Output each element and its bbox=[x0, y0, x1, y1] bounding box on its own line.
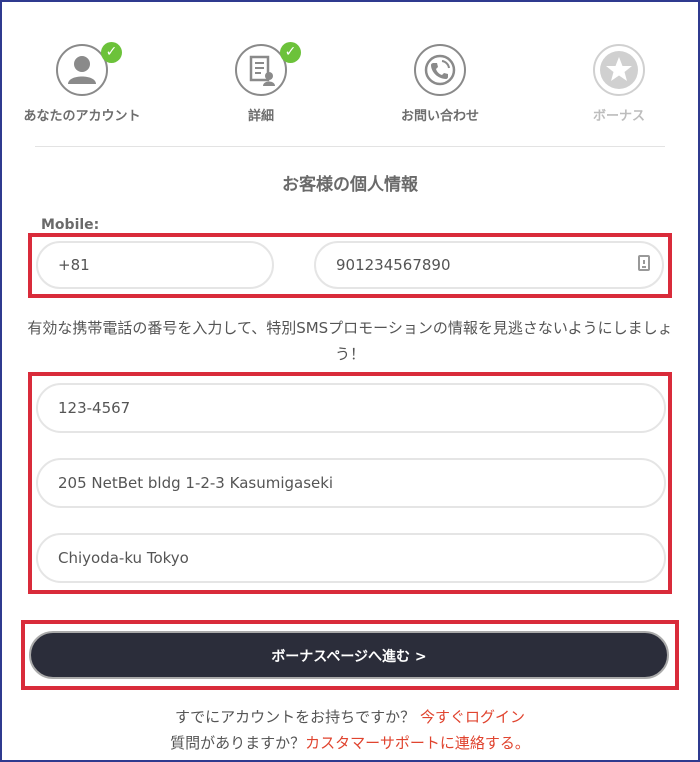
postal-code-input[interactable] bbox=[36, 383, 666, 433]
step-label: お問い合わせ bbox=[400, 109, 479, 124]
check-icon: ✓ bbox=[280, 42, 301, 63]
login-prompt: すでにアカウントをお持ちですか？ 今すぐログイン bbox=[0, 706, 700, 727]
phone-icon bbox=[414, 44, 466, 96]
support-prompt-text: 質問がありますか？ bbox=[170, 734, 306, 752]
step-label: あなたのアカウント bbox=[23, 109, 141, 124]
mobile-label: Mobile: bbox=[41, 217, 100, 233]
step-bonus: ボーナス bbox=[539, 44, 699, 124]
login-link[interactable]: 今すぐログイン bbox=[420, 708, 525, 726]
proceed-to-bonus-button[interactable]: ボーナスページへ進む > bbox=[29, 631, 669, 679]
star-icon bbox=[593, 44, 645, 96]
phone-field-wrap bbox=[314, 241, 664, 289]
step-label: ボーナス bbox=[592, 109, 645, 124]
support-link[interactable]: カスタマーサポートに連絡する。 bbox=[305, 734, 530, 752]
phone-number-input[interactable] bbox=[314, 241, 664, 289]
contact-card-icon[interactable] bbox=[638, 255, 650, 271]
form-title: お客様の個人情報 bbox=[282, 175, 418, 195]
step-account: ✓ あなたのアカウント bbox=[2, 42, 162, 124]
address-input[interactable] bbox=[36, 458, 666, 508]
step-details: ✓ 詳細 bbox=[181, 42, 341, 124]
details-icon: ✓ bbox=[235, 42, 301, 96]
country-code-input[interactable] bbox=[36, 241, 274, 289]
city-input[interactable] bbox=[36, 533, 666, 583]
check-icon: ✓ bbox=[101, 42, 122, 63]
support-prompt: 質問がありますか？カスタマーサポートに連絡する。 bbox=[0, 732, 700, 753]
step-contact: お問い合わせ bbox=[360, 44, 520, 124]
sms-hint-text: 有効な携帯電話の番号を入力して、特別SMSプロモーションの情報を見逃さないように… bbox=[27, 319, 673, 363]
step-label: 詳細 bbox=[247, 109, 274, 124]
account-icon: ✓ bbox=[56, 42, 122, 96]
login-prompt-text: すでにアカウントをお持ちですか？ bbox=[175, 708, 416, 726]
divider bbox=[35, 146, 665, 147]
